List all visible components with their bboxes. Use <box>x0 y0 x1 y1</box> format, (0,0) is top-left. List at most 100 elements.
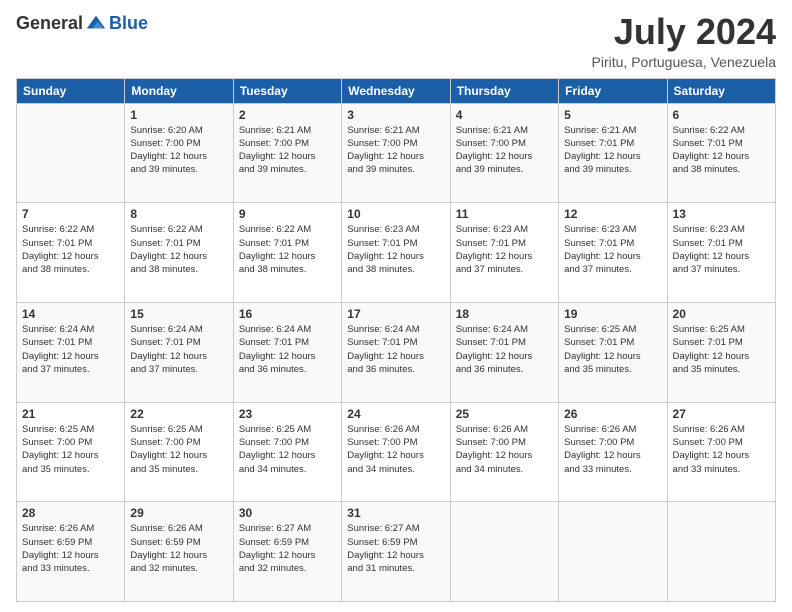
calendar-cell: 15 Sunrise: 6:24 AMSunset: 7:01 PMDayligh… <box>125 302 233 402</box>
calendar-cell: 2Sunrise: 6:21 AMSunset: 7:00 PMDaylight… <box>233 103 341 203</box>
calendar-body: 1Sunrise: 6:20 AMSunset: 7:00 PMDaylight… <box>17 103 776 601</box>
day-info: Sunrise: 6:25 AMSunset: 7:00 PMDaylight:… <box>239 423 336 476</box>
day-info: Sunrise: 6:24 AMSunset: 7:01 PMDaylight:… <box>456 323 553 376</box>
calendar-cell <box>17 103 125 203</box>
calendar-cell: 27 Sunrise: 6:26 AMSunset: 7:00 PMDayligh… <box>667 402 775 502</box>
day-number: 18 <box>456 307 553 321</box>
day-info: Sunrise: 6:25 AMSunset: 7:01 PMDaylight:… <box>564 323 661 376</box>
calendar-cell <box>450 502 558 602</box>
calendar-cell: 31 Sunrise: 6:27 AMSunset: 6:59 PMDayligh… <box>342 502 450 602</box>
calendar-cell: 29 Sunrise: 6:26 AMSunset: 6:59 PMDayligh… <box>125 502 233 602</box>
day-number: 19 <box>564 307 661 321</box>
day-number: 16 <box>239 307 336 321</box>
day-info: Sunrise: 6:23 AMSunset: 7:01 PMDaylight:… <box>456 223 553 276</box>
day-info: Sunrise: 6:26 AMSunset: 6:59 PMDaylight:… <box>130 522 227 575</box>
day-number: 11 <box>456 207 553 221</box>
calendar-cell: 22Sunrise: 6:25 AMSunset: 7:00 PMDayligh… <box>125 402 233 502</box>
day-number: 5 <box>564 108 661 122</box>
calendar-cell: 7 Sunrise: 6:22 AMSunset: 7:01 PMDaylight… <box>17 203 125 303</box>
day-number: 2 <box>239 108 336 122</box>
day-info: Sunrise: 6:24 AMSunset: 7:01 PMDaylight:… <box>347 323 444 376</box>
calendar-cell: 23 Sunrise: 6:25 AMSunset: 7:00 PMDayligh… <box>233 402 341 502</box>
col-wednesday: Wednesday <box>342 78 450 103</box>
day-number: 27 <box>673 407 770 421</box>
calendar-cell: 6 Sunrise: 6:22 AMSunset: 7:01 PMDaylight… <box>667 103 775 203</box>
calendar-cell: 11 Sunrise: 6:23 AMSunset: 7:01 PMDayligh… <box>450 203 558 303</box>
calendar-cell: 10 Sunrise: 6:23 AMSunset: 7:01 PMDayligh… <box>342 203 450 303</box>
week-row-2: 7 Sunrise: 6:22 AMSunset: 7:01 PMDaylight… <box>17 203 776 303</box>
logo-text-blue: Blue <box>109 13 148 33</box>
day-number: 20 <box>673 307 770 321</box>
calendar-cell: 18 Sunrise: 6:24 AMSunset: 7:01 PMDayligh… <box>450 302 558 402</box>
day-info: Sunrise: 6:22 AMSunset: 7:01 PMDaylight:… <box>22 223 119 276</box>
day-info: Sunrise: 6:26 AMSunset: 6:59 PMDaylight:… <box>22 522 119 575</box>
day-info: Sunrise: 6:22 AMSunset: 7:01 PMDaylight:… <box>673 124 770 177</box>
day-number: 29 <box>130 506 227 520</box>
day-info: Sunrise: 6:21 AMSunset: 7:01 PMDaylight:… <box>564 124 661 177</box>
day-info: Sunrise: 6:26 AMSunset: 7:00 PMDaylight:… <box>673 423 770 476</box>
calendar-cell: 14 Sunrise: 6:24 AMSunset: 7:01 PMDayligh… <box>17 302 125 402</box>
calendar-cell <box>559 502 667 602</box>
calendar-cell: 9 Sunrise: 6:22 AMSunset: 7:01 PMDaylight… <box>233 203 341 303</box>
day-info: Sunrise: 6:22 AMSunset: 7:01 PMDaylight:… <box>130 223 227 276</box>
col-tuesday: Tuesday <box>233 78 341 103</box>
col-friday: Friday <box>559 78 667 103</box>
day-info: Sunrise: 6:25 AMSunset: 7:00 PMDaylight:… <box>22 423 119 476</box>
location: Piritu, Portuguesa, Venezuela <box>592 54 776 70</box>
day-number: 10 <box>347 207 444 221</box>
day-number: 8 <box>130 207 227 221</box>
calendar-cell: 4 Sunrise: 6:21 AMSunset: 7:00 PMDaylight… <box>450 103 558 203</box>
col-saturday: Saturday <box>667 78 775 103</box>
day-number: 22 <box>130 407 227 421</box>
day-info: Sunrise: 6:27 AMSunset: 6:59 PMDaylight:… <box>347 522 444 575</box>
month-title: July 2024 <box>592 12 776 52</box>
calendar-page: General Blue July 2024 Piritu, Portugues… <box>0 0 792 612</box>
day-number: 24 <box>347 407 444 421</box>
day-number: 23 <box>239 407 336 421</box>
calendar-cell <box>667 502 775 602</box>
calendar-cell: 5 Sunrise: 6:21 AMSunset: 7:01 PMDaylight… <box>559 103 667 203</box>
day-number: 6 <box>673 108 770 122</box>
day-info: Sunrise: 6:26 AMSunset: 7:00 PMDaylight:… <box>347 423 444 476</box>
day-number: 7 <box>22 207 119 221</box>
calendar-cell: 8 Sunrise: 6:22 AMSunset: 7:01 PMDaylight… <box>125 203 233 303</box>
day-number: 31 <box>347 506 444 520</box>
day-number: 3 <box>347 108 444 122</box>
calendar-cell: 30 Sunrise: 6:27 AMSunset: 6:59 PMDayligh… <box>233 502 341 602</box>
header-row: Sunday Monday Tuesday Wednesday Thursday… <box>17 78 776 103</box>
calendar-table: Sunday Monday Tuesday Wednesday Thursday… <box>16 78 776 602</box>
day-info: Sunrise: 6:26 AMSunset: 7:00 PMDaylight:… <box>564 423 661 476</box>
day-info: Sunrise: 6:21 AMSunset: 7:00 PMDaylight:… <box>347 124 444 177</box>
calendar-cell: 1Sunrise: 6:20 AMSunset: 7:00 PMDaylight… <box>125 103 233 203</box>
day-number: 4 <box>456 108 553 122</box>
calendar-cell: 16Sunrise: 6:24 AMSunset: 7:01 PMDayligh… <box>233 302 341 402</box>
calendar-cell: 19 Sunrise: 6:25 AMSunset: 7:01 PMDayligh… <box>559 302 667 402</box>
logo-icon <box>85 12 107 34</box>
day-info: Sunrise: 6:27 AMSunset: 6:59 PMDaylight:… <box>239 522 336 575</box>
calendar-cell: 13Sunrise: 6:23 AMSunset: 7:01 PMDayligh… <box>667 203 775 303</box>
week-row-1: 1Sunrise: 6:20 AMSunset: 7:00 PMDaylight… <box>17 103 776 203</box>
day-number: 9 <box>239 207 336 221</box>
logo-text-general: General <box>16 13 83 34</box>
day-number: 30 <box>239 506 336 520</box>
calendar-cell: 21Sunrise: 6:25 AMSunset: 7:00 PMDayligh… <box>17 402 125 502</box>
day-info: Sunrise: 6:24 AMSunset: 7:01 PMDaylight:… <box>22 323 119 376</box>
day-info: Sunrise: 6:23 AMSunset: 7:01 PMDaylight:… <box>673 223 770 276</box>
day-info: Sunrise: 6:21 AMSunset: 7:00 PMDaylight:… <box>456 124 553 177</box>
day-info: Sunrise: 6:22 AMSunset: 7:01 PMDaylight:… <box>239 223 336 276</box>
day-number: 17 <box>347 307 444 321</box>
calendar-cell: 26Sunrise: 6:26 AMSunset: 7:00 PMDayligh… <box>559 402 667 502</box>
day-number: 28 <box>22 506 119 520</box>
calendar-cell: 24 Sunrise: 6:26 AMSunset: 7:00 PMDayligh… <box>342 402 450 502</box>
calendar-cell: 12Sunrise: 6:23 AMSunset: 7:01 PMDayligh… <box>559 203 667 303</box>
day-number: 15 <box>130 307 227 321</box>
day-info: Sunrise: 6:23 AMSunset: 7:01 PMDaylight:… <box>564 223 661 276</box>
day-number: 14 <box>22 307 119 321</box>
day-info: Sunrise: 6:23 AMSunset: 7:01 PMDaylight:… <box>347 223 444 276</box>
calendar-cell: 25Sunrise: 6:26 AMSunset: 7:00 PMDayligh… <box>450 402 558 502</box>
calendar-cell: 20Sunrise: 6:25 AMSunset: 7:01 PMDayligh… <box>667 302 775 402</box>
col-sunday: Sunday <box>17 78 125 103</box>
day-number: 25 <box>456 407 553 421</box>
day-info: Sunrise: 6:24 AMSunset: 7:01 PMDaylight:… <box>130 323 227 376</box>
week-row-5: 28 Sunrise: 6:26 AMSunset: 6:59 PMDayligh… <box>17 502 776 602</box>
